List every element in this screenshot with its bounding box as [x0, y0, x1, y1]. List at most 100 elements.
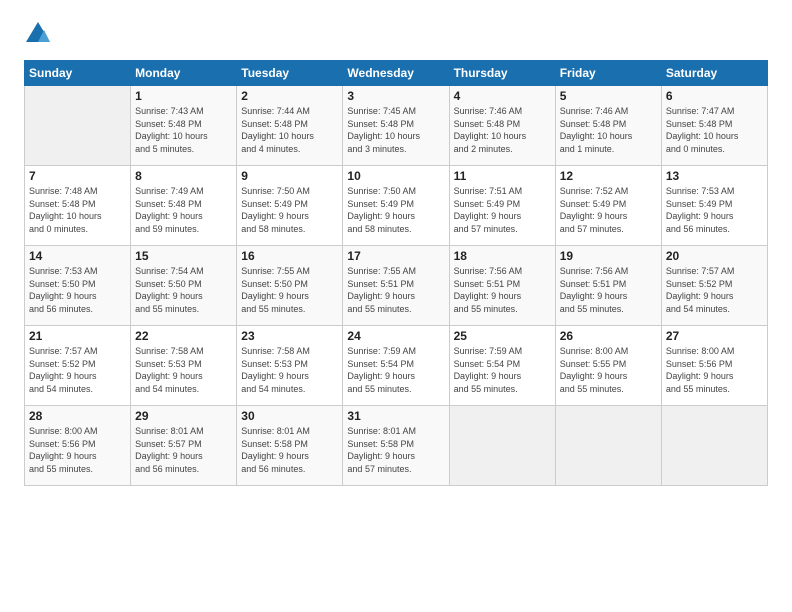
- day-number: 2: [241, 89, 338, 103]
- day-cell: 2 Sunrise: 7:44 AM Sunset: 5:48 PM Daylig…: [237, 86, 343, 166]
- day-info: Sunrise: 7:57 AM Sunset: 5:52 PM Dayligh…: [29, 345, 126, 395]
- day-number: 5: [560, 89, 657, 103]
- day-number: 16: [241, 249, 338, 263]
- day-number: 19: [560, 249, 657, 263]
- day-info: Sunrise: 7:55 AM Sunset: 5:51 PM Dayligh…: [347, 265, 444, 315]
- day-cell: 31 Sunrise: 8:01 AM Sunset: 5:58 PM Dayli…: [343, 406, 449, 486]
- day-cell: 20 Sunrise: 7:57 AM Sunset: 5:52 PM Dayli…: [661, 246, 767, 326]
- day-number: 25: [454, 329, 551, 343]
- day-cell: 15 Sunrise: 7:54 AM Sunset: 5:50 PM Dayli…: [131, 246, 237, 326]
- day-number: 15: [135, 249, 232, 263]
- day-number: 24: [347, 329, 444, 343]
- day-cell: 23 Sunrise: 7:58 AM Sunset: 5:53 PM Dayli…: [237, 326, 343, 406]
- day-info: Sunrise: 7:46 AM Sunset: 5:48 PM Dayligh…: [454, 105, 551, 155]
- day-number: 20: [666, 249, 763, 263]
- day-cell: [555, 406, 661, 486]
- day-cell: 27 Sunrise: 8:00 AM Sunset: 5:56 PM Dayli…: [661, 326, 767, 406]
- day-info: Sunrise: 7:52 AM Sunset: 5:49 PM Dayligh…: [560, 185, 657, 235]
- day-cell: 3 Sunrise: 7:45 AM Sunset: 5:48 PM Daylig…: [343, 86, 449, 166]
- day-cell: 28 Sunrise: 8:00 AM Sunset: 5:56 PM Dayli…: [25, 406, 131, 486]
- day-cell: [449, 406, 555, 486]
- day-info: Sunrise: 7:56 AM Sunset: 5:51 PM Dayligh…: [454, 265, 551, 315]
- day-info: Sunrise: 7:51 AM Sunset: 5:49 PM Dayligh…: [454, 185, 551, 235]
- col-header-saturday: Saturday: [661, 61, 767, 86]
- day-number: 14: [29, 249, 126, 263]
- day-info: Sunrise: 7:53 AM Sunset: 5:50 PM Dayligh…: [29, 265, 126, 315]
- col-header-sunday: Sunday: [25, 61, 131, 86]
- day-number: 23: [241, 329, 338, 343]
- day-number: 4: [454, 89, 551, 103]
- day-cell: 30 Sunrise: 8:01 AM Sunset: 5:58 PM Dayli…: [237, 406, 343, 486]
- col-header-friday: Friday: [555, 61, 661, 86]
- day-info: Sunrise: 7:49 AM Sunset: 5:48 PM Dayligh…: [135, 185, 232, 235]
- day-cell: [661, 406, 767, 486]
- header: [24, 20, 768, 48]
- day-cell: 19 Sunrise: 7:56 AM Sunset: 5:51 PM Dayli…: [555, 246, 661, 326]
- day-info: Sunrise: 8:01 AM Sunset: 5:58 PM Dayligh…: [347, 425, 444, 475]
- week-row-3: 14 Sunrise: 7:53 AM Sunset: 5:50 PM Dayli…: [25, 246, 768, 326]
- col-header-monday: Monday: [131, 61, 237, 86]
- day-number: 9: [241, 169, 338, 183]
- day-info: Sunrise: 7:43 AM Sunset: 5:48 PM Dayligh…: [135, 105, 232, 155]
- day-info: Sunrise: 7:45 AM Sunset: 5:48 PM Dayligh…: [347, 105, 444, 155]
- day-info: Sunrise: 8:01 AM Sunset: 5:58 PM Dayligh…: [241, 425, 338, 475]
- day-info: Sunrise: 8:00 AM Sunset: 5:56 PM Dayligh…: [666, 345, 763, 395]
- header-row: SundayMondayTuesdayWednesdayThursdayFrid…: [25, 61, 768, 86]
- day-number: 29: [135, 409, 232, 423]
- col-header-wednesday: Wednesday: [343, 61, 449, 86]
- day-info: Sunrise: 8:00 AM Sunset: 5:56 PM Dayligh…: [29, 425, 126, 475]
- day-number: 22: [135, 329, 232, 343]
- day-info: Sunrise: 7:50 AM Sunset: 5:49 PM Dayligh…: [241, 185, 338, 235]
- day-cell: 18 Sunrise: 7:56 AM Sunset: 5:51 PM Dayli…: [449, 246, 555, 326]
- week-row-2: 7 Sunrise: 7:48 AM Sunset: 5:48 PM Daylig…: [25, 166, 768, 246]
- day-info: Sunrise: 7:57 AM Sunset: 5:52 PM Dayligh…: [666, 265, 763, 315]
- day-cell: 26 Sunrise: 8:00 AM Sunset: 5:55 PM Dayli…: [555, 326, 661, 406]
- day-number: 1: [135, 89, 232, 103]
- day-number: 30: [241, 409, 338, 423]
- week-row-1: 1 Sunrise: 7:43 AM Sunset: 5:48 PM Daylig…: [25, 86, 768, 166]
- day-cell: 22 Sunrise: 7:58 AM Sunset: 5:53 PM Dayli…: [131, 326, 237, 406]
- logo-icon: [24, 20, 52, 48]
- day-info: Sunrise: 7:47 AM Sunset: 5:48 PM Dayligh…: [666, 105, 763, 155]
- day-number: 6: [666, 89, 763, 103]
- week-row-4: 21 Sunrise: 7:57 AM Sunset: 5:52 PM Dayli…: [25, 326, 768, 406]
- day-number: 21: [29, 329, 126, 343]
- day-number: 31: [347, 409, 444, 423]
- day-info: Sunrise: 7:58 AM Sunset: 5:53 PM Dayligh…: [135, 345, 232, 395]
- day-number: 12: [560, 169, 657, 183]
- day-number: 27: [666, 329, 763, 343]
- day-number: 3: [347, 89, 444, 103]
- day-cell: 9 Sunrise: 7:50 AM Sunset: 5:49 PM Daylig…: [237, 166, 343, 246]
- day-cell: 6 Sunrise: 7:47 AM Sunset: 5:48 PM Daylig…: [661, 86, 767, 166]
- day-cell: 29 Sunrise: 8:01 AM Sunset: 5:57 PM Dayli…: [131, 406, 237, 486]
- day-cell: 8Sunrise: 7:49 AM Sunset: 5:48 PM Daylig…: [131, 166, 237, 246]
- day-number: 7: [29, 169, 126, 183]
- day-info: Sunrise: 7:46 AM Sunset: 5:48 PM Dayligh…: [560, 105, 657, 155]
- day-cell: 17 Sunrise: 7:55 AM Sunset: 5:51 PM Dayli…: [343, 246, 449, 326]
- day-info: Sunrise: 7:48 AM Sunset: 5:48 PM Dayligh…: [29, 185, 126, 235]
- day-cell: 7 Sunrise: 7:48 AM Sunset: 5:48 PM Daylig…: [25, 166, 131, 246]
- day-cell: 5 Sunrise: 7:46 AM Sunset: 5:48 PM Daylig…: [555, 86, 661, 166]
- page: SundayMondayTuesdayWednesdayThursdayFrid…: [0, 0, 792, 612]
- day-info: Sunrise: 7:58 AM Sunset: 5:53 PM Dayligh…: [241, 345, 338, 395]
- day-info: Sunrise: 7:59 AM Sunset: 5:54 PM Dayligh…: [454, 345, 551, 395]
- day-cell: 1 Sunrise: 7:43 AM Sunset: 5:48 PM Daylig…: [131, 86, 237, 166]
- day-info: Sunrise: 7:55 AM Sunset: 5:50 PM Dayligh…: [241, 265, 338, 315]
- day-number: 26: [560, 329, 657, 343]
- day-cell: [25, 86, 131, 166]
- day-cell: 14 Sunrise: 7:53 AM Sunset: 5:50 PM Dayli…: [25, 246, 131, 326]
- day-info: Sunrise: 8:00 AM Sunset: 5:55 PM Dayligh…: [560, 345, 657, 395]
- calendar: SundayMondayTuesdayWednesdayThursdayFrid…: [24, 60, 768, 486]
- col-header-thursday: Thursday: [449, 61, 555, 86]
- day-number: 13: [666, 169, 763, 183]
- day-number: 10: [347, 169, 444, 183]
- day-number: 28: [29, 409, 126, 423]
- day-number: 17: [347, 249, 444, 263]
- day-cell: 10Sunrise: 7:50 AM Sunset: 5:49 PM Dayli…: [343, 166, 449, 246]
- day-info: Sunrise: 7:59 AM Sunset: 5:54 PM Dayligh…: [347, 345, 444, 395]
- day-info: Sunrise: 7:56 AM Sunset: 5:51 PM Dayligh…: [560, 265, 657, 315]
- day-info: Sunrise: 7:54 AM Sunset: 5:50 PM Dayligh…: [135, 265, 232, 315]
- day-info: Sunrise: 8:01 AM Sunset: 5:57 PM Dayligh…: [135, 425, 232, 475]
- day-number: 18: [454, 249, 551, 263]
- day-info: Sunrise: 7:44 AM Sunset: 5:48 PM Dayligh…: [241, 105, 338, 155]
